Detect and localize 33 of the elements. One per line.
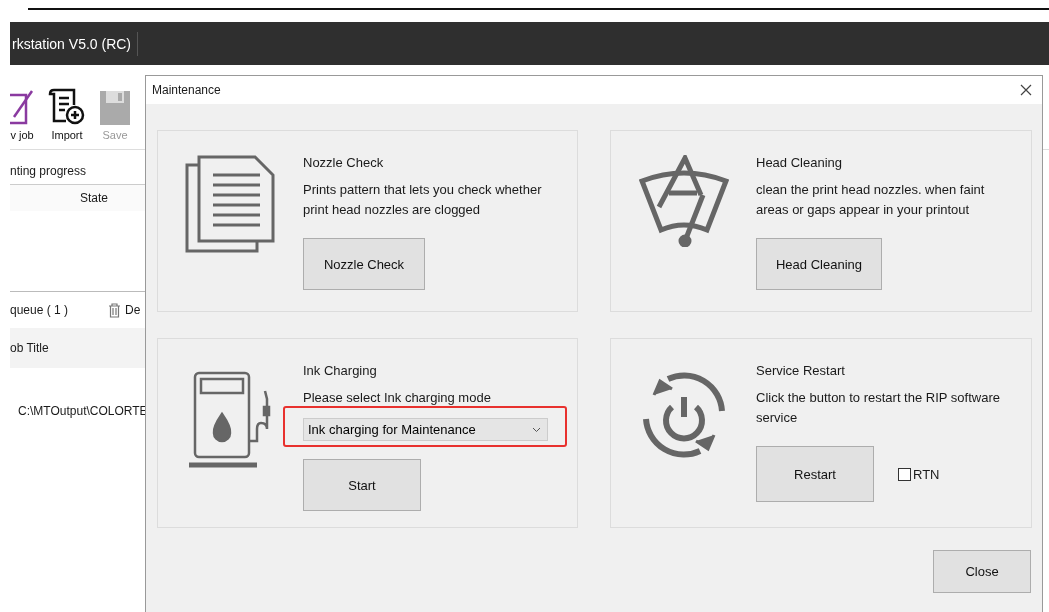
rtn-checkbox[interactable]: RTN <box>898 466 940 482</box>
toolbar-button[interactable]: v job <box>10 87 34 141</box>
toolbar-button[interactable]: Import <box>48 87 86 141</box>
column-header: State <box>79 191 109 205</box>
document-plus-icon <box>48 87 86 125</box>
action-button[interactable]: Restart <box>756 446 874 502</box>
dialog-title: Maintenance <box>152 83 221 97</box>
trash-icon <box>108 302 122 318</box>
card-title: Head Cleaning <box>756 155 843 170</box>
app-title: rkstation V5.0 (RC) <box>10 31 139 56</box>
card-title: Nozzle Check <box>303 155 385 170</box>
card-title: Ink Charging <box>303 363 378 378</box>
close-dialog-button[interactable]: Close <box>933 550 1031 593</box>
card-title: Service Restart <box>756 363 846 378</box>
checkbox-box[interactable] <box>898 467 911 481</box>
card-description: Please select Ink charging mode <box>303 389 492 407</box>
card-description: clean the print head nozzles. when faint areas or gaps appear in your printout <box>756 181 986 219</box>
queue-row-title[interactable]: C:\MTOutput\COLORTE <box>18 404 148 418</box>
action-button[interactable]: Start <box>303 459 421 511</box>
section-title: nting progress <box>10 163 88 180</box>
document-icon <box>184 155 277 253</box>
queue-title: queue ( 1 ) <box>10 303 69 317</box>
close-icon <box>1020 84 1032 96</box>
card-description: Click the button to restart the RIP software service <box>756 389 1001 427</box>
caret-icon <box>532 426 541 433</box>
action-button[interactable]: Head Cleaning <box>756 238 882 290</box>
action-button[interactable]: Nozzle Check <box>303 238 425 290</box>
column-header: ob Title <box>10 341 49 355</box>
mode-dropdown[interactable]: Ink charging for Maintenance <box>303 418 548 441</box>
card-description: Prints pattern that lets you check whether print head nozzles are clogged <box>303 181 543 219</box>
wiper-icon <box>638 155 729 247</box>
close-button[interactable] <box>1018 82 1034 98</box>
delete-label[interactable]: De <box>125 303 141 317</box>
